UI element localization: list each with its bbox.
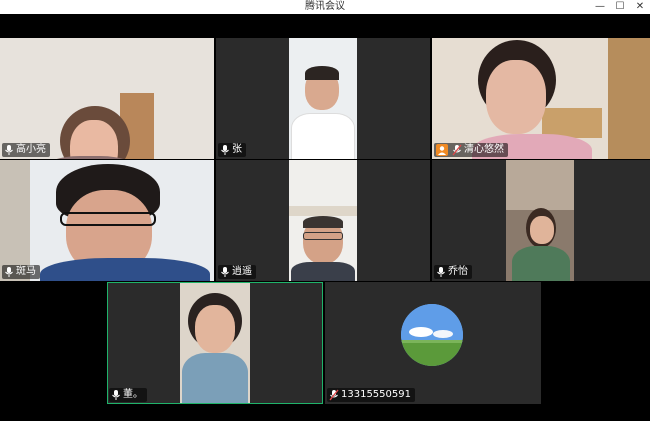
participant-tile-8[interactable]: 13315550591 bbox=[325, 282, 541, 404]
participant-tile-5[interactable]: 逍遥 bbox=[216, 160, 430, 281]
window-title: 腾讯会议 bbox=[305, 1, 345, 12]
participant-tile-4[interactable]: 斑马 bbox=[0, 160, 214, 281]
participant-tile-1[interactable]: 高小亮 bbox=[0, 38, 214, 159]
participant-name-tag: 乔怡 bbox=[434, 265, 472, 279]
participant-name-tag: 清心悠然 bbox=[434, 143, 508, 157]
maximize-button[interactable]: ☐ bbox=[610, 0, 630, 14]
microphone-icon bbox=[220, 266, 230, 278]
microphone-icon bbox=[4, 144, 14, 156]
participant-tile-6[interactable]: 乔怡 bbox=[432, 160, 650, 281]
participant-video bbox=[506, 160, 574, 281]
participant-video bbox=[289, 160, 357, 281]
participant-video bbox=[180, 283, 250, 403]
title-bar: 腾讯会议 — ☐ ✕ bbox=[0, 0, 650, 14]
participant-name: 斑马 bbox=[16, 266, 36, 277]
participant-name: 13315550591 bbox=[341, 389, 411, 400]
close-button[interactable]: ✕ bbox=[630, 0, 650, 14]
participant-name: 张 bbox=[232, 144, 242, 155]
participant-video bbox=[0, 160, 214, 281]
participant-name-tag: 逍遥 bbox=[218, 265, 256, 279]
microphone-icon bbox=[220, 144, 230, 156]
microphone-icon bbox=[4, 266, 14, 278]
participant-name: 董。 bbox=[123, 389, 143, 400]
microphone-icon bbox=[111, 389, 121, 401]
participant-name-tag: 13315550591 bbox=[327, 388, 415, 402]
participant-avatar bbox=[401, 304, 463, 366]
participant-name-tag: 高小亮 bbox=[2, 143, 50, 157]
participant-name: 高小亮 bbox=[16, 144, 46, 155]
participant-tile-7-active-speaker[interactable]: 董。 bbox=[107, 282, 323, 404]
participant-tile-3[interactable]: 清心悠然 bbox=[432, 38, 650, 159]
microphone-muted-icon bbox=[452, 144, 462, 156]
participant-name: 清心悠然 bbox=[464, 144, 504, 155]
participant-video bbox=[0, 38, 214, 159]
host-badge-icon bbox=[436, 144, 448, 156]
microphone-icon bbox=[436, 266, 446, 278]
participant-name-tag: 斑马 bbox=[2, 265, 40, 279]
participant-name: 乔怡 bbox=[448, 266, 468, 277]
participant-name: 逍遥 bbox=[232, 266, 252, 277]
participant-video bbox=[432, 38, 650, 159]
participant-name-tag: 董。 bbox=[109, 388, 147, 402]
participant-tile-2[interactable]: 张 bbox=[216, 38, 430, 159]
microphone-muted-icon bbox=[329, 389, 339, 401]
participant-name-tag: 张 bbox=[218, 143, 246, 157]
participant-video bbox=[289, 38, 357, 159]
minimize-button[interactable]: — bbox=[590, 0, 610, 14]
